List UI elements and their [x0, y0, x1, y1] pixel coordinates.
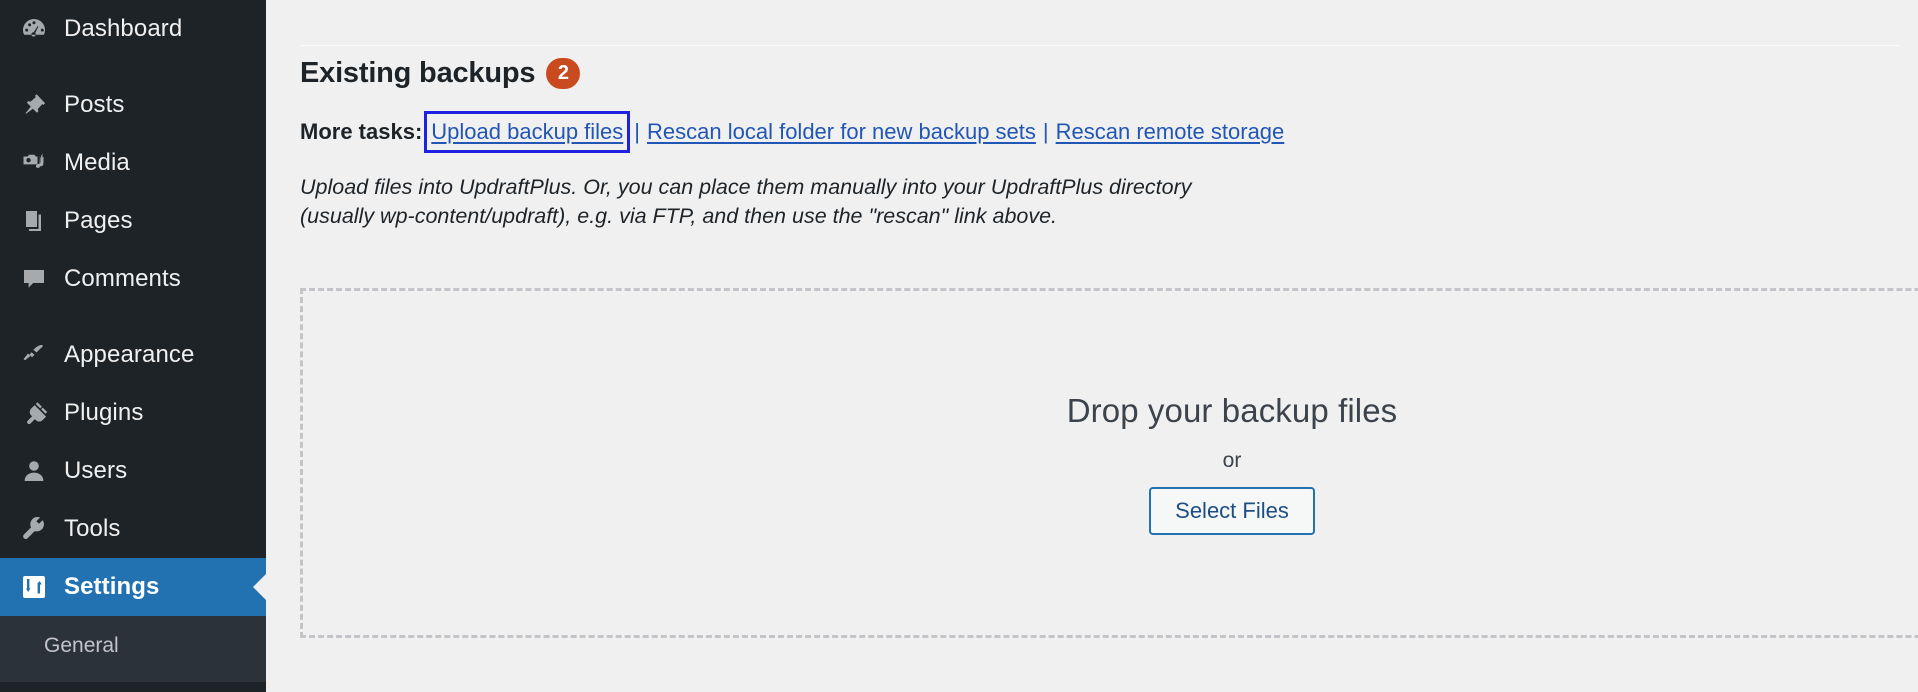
wordpress-admin-screen: Dashboard Posts Media Pages Comments Appearan…: [0, 0, 1918, 692]
sidebar-item-plugins[interactable]: Plugins: [0, 384, 266, 442]
backups-panel: Existing backups 2 More tasks: Upload ba…: [300, 56, 1900, 231]
dashboard-gauge-icon: [12, 15, 56, 43]
pages-icon: [12, 207, 56, 235]
sidebar-item-list: Dashboard Posts Media Pages Comments Appearan…: [0, 0, 266, 616]
existing-backups-count-badge: 2: [546, 57, 581, 89]
sidebar-item-label: Users: [64, 457, 128, 484]
settings-sliders-icon: [12, 573, 56, 601]
sidebar-item-label: Media: [64, 149, 130, 176]
select-files-button[interactable]: Select Files: [1149, 486, 1315, 535]
upload-instructions-line-1: Upload files into UpdraftPlus. Or, you c…: [300, 175, 1192, 200]
sidebar-item-posts[interactable]: Posts: [0, 76, 266, 134]
sidebar-item-label: Settings: [64, 573, 160, 600]
wrench-icon: [12, 515, 56, 543]
sidebar-item-comments[interactable]: Comments: [0, 250, 266, 308]
user-icon: [12, 457, 56, 485]
task-link-separator-2: |: [1042, 118, 1049, 144]
sidebar-item-media[interactable]: Media: [0, 134, 266, 192]
task-link-separator-1: |: [634, 118, 641, 144]
sidebar-separator: [0, 308, 266, 326]
upload-instructions: Upload files into UpdraftPlus. Or, you c…: [300, 173, 1330, 231]
upload-instructions-line-2: (usually wp-content/updraft), e.g. via F…: [300, 204, 1058, 229]
more-tasks-label: More tasks:: [300, 118, 423, 144]
sidebar-separator: [0, 58, 266, 76]
sidebar-item-label: Posts: [64, 91, 125, 118]
sidebar-item-pages[interactable]: Pages: [0, 192, 266, 250]
sidebar-item-label: Dashboard: [64, 15, 183, 42]
sidebar-item-label: Appearance: [64, 341, 195, 368]
main-content-area: Existing backups 2 More tasks: Upload ba…: [266, 0, 1918, 692]
current-menu-arrow-icon: [253, 573, 266, 601]
rescan-remote-storage-link[interactable]: Rescan remote storage: [1056, 118, 1285, 147]
dropzone-title: Drop your backup files: [1066, 391, 1398, 429]
content-top-divider: [300, 45, 1900, 46]
pin-icon: [12, 91, 56, 119]
sidebar-item-label: Tools: [64, 515, 121, 542]
paintbrush-icon: [12, 341, 56, 369]
camera-music-icon: [12, 149, 56, 177]
backup-file-dropzone[interactable]: Drop your backup files or Select Files: [300, 288, 1918, 638]
sidebar-item-settings[interactable]: Settings: [0, 558, 266, 616]
sidebar-item-appearance[interactable]: Appearance: [0, 326, 266, 384]
dropzone-or-text: or: [1222, 448, 1242, 472]
sidebar-item-label: Comments: [64, 265, 181, 292]
settings-submenu: General: [0, 616, 266, 682]
sidebar-item-label: Plugins: [64, 399, 144, 426]
sidebar-item-dashboard[interactable]: Dashboard: [0, 0, 266, 58]
comment-bubble-icon: [12, 265, 56, 293]
submenu-item-general[interactable]: General: [0, 626, 266, 666]
plug-icon: [12, 399, 56, 427]
sidebar-item-users[interactable]: Users: [0, 442, 266, 500]
page-title-text: Existing backups: [300, 57, 536, 89]
more-tasks-row: More tasks: Upload backup files | Rescan…: [300, 110, 1900, 154]
rescan-local-folder-link[interactable]: Rescan local folder for new backup sets: [647, 118, 1036, 147]
upload-backup-files-link[interactable]: Upload backup files: [424, 110, 631, 154]
page-title: Existing backups 2: [300, 56, 1900, 91]
sidebar-item-tools[interactable]: Tools: [0, 500, 266, 558]
admin-sidebar-menu: Dashboard Posts Media Pages Comments Appearan…: [0, 0, 266, 692]
sidebar-item-label: Pages: [64, 207, 133, 234]
